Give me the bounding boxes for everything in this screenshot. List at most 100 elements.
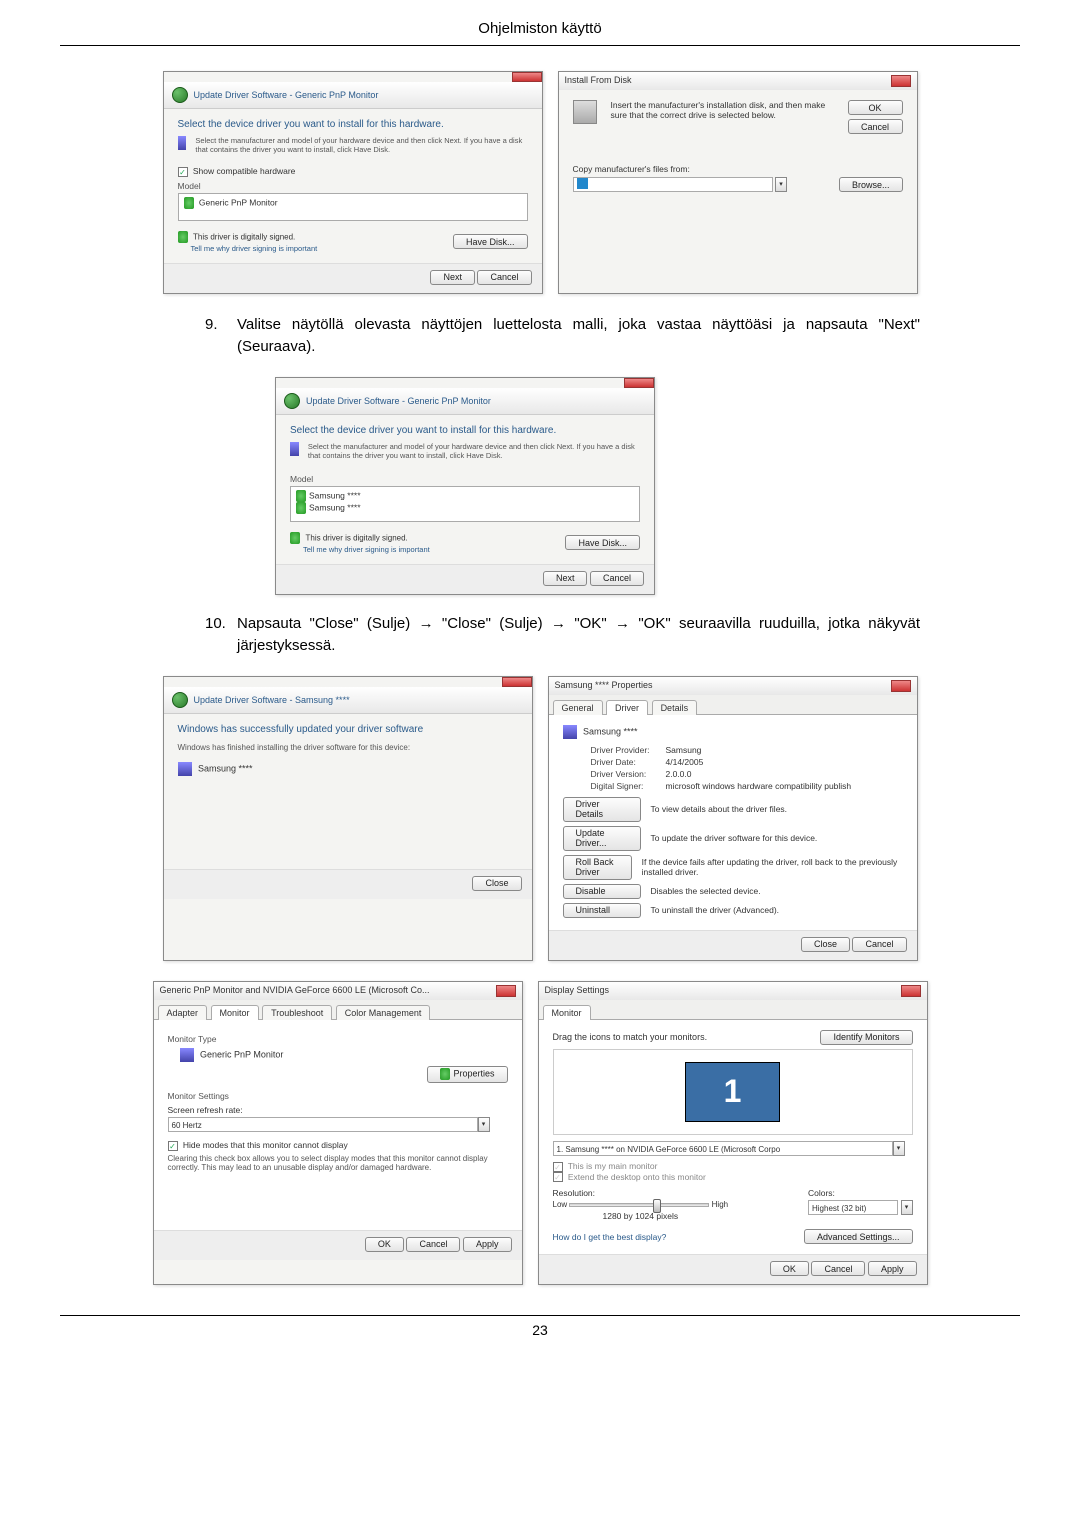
driver-properties-dialog: Samsung **** Properties General Driver D… [548, 676, 918, 961]
properties-button[interactable]: Properties [427, 1066, 507, 1083]
have-disk-button[interactable]: Have Disk... [565, 535, 640, 550]
close-icon[interactable] [512, 72, 542, 82]
rollback-button[interactable]: Roll Back Driver [563, 855, 632, 880]
close-icon[interactable] [496, 985, 516, 997]
signing-link[interactable]: Tell me why driver signing is important [303, 545, 430, 554]
dialog-heading: Select the device driver you want to ins… [178, 119, 528, 130]
identify-button[interactable]: Identify Monitors [820, 1030, 912, 1045]
tab-adapter[interactable]: Adapter [158, 1005, 208, 1020]
tab-monitor[interactable]: Monitor [543, 1005, 591, 1020]
cancel-button[interactable]: Cancel [811, 1261, 865, 1276]
disk-icon [573, 100, 597, 124]
list-item: Samsung **** [309, 502, 361, 512]
signed-text: This driver is digitally signed. [193, 232, 295, 241]
install-from-disk-dialog: Install From Disk Insert the manufacture… [558, 71, 918, 294]
dropdown-icon[interactable]: ▾ [478, 1117, 490, 1132]
update-driver-button[interactable]: Update Driver... [563, 826, 641, 851]
tab-monitor[interactable]: Monitor [211, 1005, 259, 1020]
main-monitor-label: This is my main monitor [568, 1161, 658, 1171]
browse-button[interactable]: Browse... [839, 177, 903, 192]
cancel-button[interactable]: Cancel [848, 119, 903, 134]
device-icon [290, 442, 299, 456]
update-driver-dialog-samsung: Update Driver Software - Generic PnP Mon… [275, 377, 655, 595]
ok-button[interactable]: OK [848, 100, 903, 115]
step-10: 10. Napsauta "Close" (Sulje) → "Close" (… [205, 613, 920, 658]
apply-button[interactable]: Apply [868, 1261, 917, 1276]
tab-driver[interactable]: Driver [606, 700, 648, 715]
close-button[interactable]: Close [801, 937, 850, 952]
advanced-button[interactable]: Advanced Settings... [804, 1229, 913, 1244]
slider-low: Low [553, 1200, 568, 1209]
dropdown-icon[interactable]: ▾ [775, 177, 787, 192]
tab-color-management[interactable]: Color Management [336, 1005, 431, 1020]
model-label: Model [178, 181, 528, 191]
uninstall-button[interactable]: Uninstall [563, 903, 641, 918]
monitor-type-label: Monitor Type [168, 1034, 508, 1044]
update-driver-text: To update the driver software for this d… [651, 833, 818, 843]
page-number: 23 [60, 1315, 1020, 1338]
ok-button[interactable]: OK [365, 1237, 404, 1252]
refresh-select[interactable]: 60 Hertz [168, 1117, 478, 1132]
tab-details[interactable]: Details [652, 700, 698, 715]
step-number: 10. [205, 613, 237, 658]
hide-modes-checkbox[interactable]: ✓ [168, 1141, 178, 1151]
extend-label: Extend the desktop onto this monitor [568, 1172, 706, 1182]
list-item: Generic PnP Monitor [199, 197, 278, 207]
driver-details-button[interactable]: Driver Details [563, 797, 641, 822]
cancel-button[interactable]: Cancel [406, 1237, 460, 1252]
path-input[interactable] [573, 177, 773, 192]
dropdown-icon[interactable]: ▾ [901, 1200, 913, 1215]
colors-select[interactable]: Highest (32 bit) [808, 1200, 898, 1215]
breadcrumb: Update Driver Software - Generic PnP Mon… [194, 90, 379, 100]
breadcrumb: Update Driver Software - Samsung **** [194, 695, 350, 705]
date-label: Driver Date: [591, 757, 666, 767]
back-icon[interactable] [172, 87, 188, 103]
shield-icon [290, 532, 300, 544]
have-disk-button[interactable]: Have Disk... [453, 234, 528, 249]
close-icon[interactable] [624, 378, 654, 388]
install-message: Insert the manufacturer's installation d… [611, 100, 840, 134]
dialog-title: Install From Disk [565, 75, 632, 87]
back-icon[interactable] [172, 692, 188, 708]
close-button[interactable]: Close [472, 876, 521, 891]
tab-troubleshoot[interactable]: Troubleshoot [262, 1005, 332, 1020]
version-label: Driver Version: [591, 769, 666, 779]
dialog-title: Generic PnP Monitor and NVIDIA GeForce 6… [160, 985, 430, 997]
version-value: 2.0.0.0 [666, 769, 692, 779]
disable-button[interactable]: Disable [563, 884, 641, 899]
close-icon[interactable] [891, 680, 911, 692]
best-display-link[interactable]: How do I get the best display? [553, 1232, 667, 1242]
compatible-label: Show compatible hardware [193, 166, 296, 176]
dialog-subtext: Windows has finished installing the driv… [178, 743, 518, 752]
dialog-title: Samsung **** Properties [555, 680, 653, 692]
ok-button[interactable]: OK [770, 1261, 809, 1276]
monitor-icon-box[interactable]: 1 [685, 1062, 780, 1122]
close-icon[interactable] [901, 985, 921, 997]
close-icon[interactable] [891, 75, 911, 87]
extend-checkbox: ✓ [553, 1172, 563, 1182]
next-button[interactable]: Next [543, 571, 588, 586]
dialog-heading: Select the device driver you want to ins… [290, 425, 640, 436]
step-text: Napsauta "Close" (Sulje) → "Close" (Sulj… [237, 613, 920, 658]
back-icon[interactable] [284, 393, 300, 409]
resolution-slider[interactable] [569, 1203, 709, 1207]
resolution-value: 1280 by 1024 pixels [553, 1211, 729, 1221]
close-icon[interactable] [502, 677, 532, 687]
cancel-button[interactable]: Cancel [590, 571, 644, 586]
device-name: Samsung **** [583, 726, 638, 736]
cancel-button[interactable]: Cancel [477, 270, 531, 285]
tab-general[interactable]: General [553, 700, 603, 715]
monitor-name: Generic PnP Monitor [200, 1049, 283, 1059]
compatible-checkbox[interactable]: ✓ [178, 167, 188, 177]
monitor-select[interactable]: 1. Samsung **** on NVIDIA GeForce 6600 L… [553, 1141, 893, 1156]
monitor-icon [180, 1048, 194, 1062]
next-button[interactable]: Next [430, 270, 475, 285]
slider-high: High [712, 1200, 728, 1209]
signing-link[interactable]: Tell me why driver signing is important [191, 244, 318, 253]
model-listbox[interactable]: Generic PnP Monitor [178, 193, 528, 221]
apply-button[interactable]: Apply [463, 1237, 512, 1252]
model-listbox[interactable]: Samsung **** Samsung **** [290, 486, 640, 522]
cancel-button[interactable]: Cancel [852, 937, 906, 952]
dropdown-icon[interactable]: ▾ [893, 1141, 905, 1156]
list-item: Samsung **** [309, 490, 361, 500]
